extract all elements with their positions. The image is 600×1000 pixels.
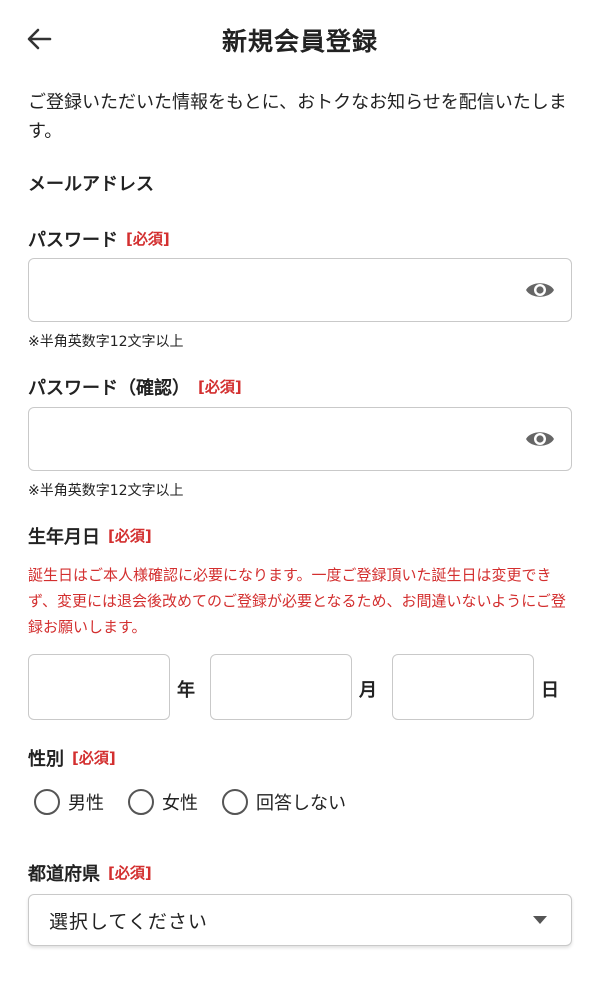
- gender-label: 性別 [必須]: [28, 745, 116, 771]
- radio-button[interactable]: [128, 789, 154, 815]
- required-badge: [必須]: [108, 527, 152, 545]
- required-badge: [必須]: [198, 378, 242, 396]
- radio-label: 女性: [162, 793, 198, 814]
- intro-text: ご登録いただいた情報をもとに、おトクなお知らせを配信いたします。: [28, 92, 567, 142]
- gender-radio-group: 男性 女性 回答しない: [34, 789, 370, 815]
- required-badge: [必須]: [126, 230, 170, 248]
- gender-option-female[interactable]: 女性: [128, 789, 198, 815]
- birthday-label-text: 生年月日: [28, 527, 100, 548]
- required-badge: [必須]: [72, 749, 116, 767]
- password-confirm-label: パスワード（確認） [必須]: [28, 374, 242, 400]
- header: 新規会員登録: [0, 0, 600, 80]
- birth-month-field: [210, 654, 352, 720]
- password-field: [28, 258, 572, 322]
- birthday-notice: 誕生日はご本人様確認に必要になります。一度ご登録頂いた誕生日は変更できず、変更に…: [28, 566, 566, 636]
- password-label: パスワード [必須]: [28, 226, 170, 252]
- gender-label-text: 性別: [28, 749, 64, 770]
- radio-button[interactable]: [34, 789, 60, 815]
- radio-button[interactable]: [222, 789, 248, 815]
- radio-label: 回答しない: [256, 793, 346, 814]
- password-confirm-toggle-button[interactable]: [525, 426, 555, 452]
- caret-down-icon: [533, 916, 547, 924]
- prefecture-label: 都道府県 [必須]: [28, 860, 152, 886]
- password-confirm-hint: ※半角英数字12文字以上: [28, 483, 184, 499]
- password-confirm-input[interactable]: [29, 408, 571, 470]
- page-title: 新規会員登録: [221, 27, 378, 56]
- day-unit-label: 日: [541, 680, 559, 701]
- eye-icon: [526, 283, 554, 297]
- email-label-text: メールアドレス: [28, 174, 154, 195]
- month-unit-label: 月: [359, 680, 377, 701]
- eye-icon: [526, 432, 554, 446]
- birth-day-field: [392, 654, 534, 720]
- password-confirm-field: [28, 407, 572, 471]
- password-confirm-label-text: パスワード（確認）: [28, 378, 190, 399]
- radio-label: 男性: [68, 793, 104, 814]
- password-input[interactable]: [29, 259, 571, 321]
- birth-year-input[interactable]: [29, 655, 169, 719]
- gender-option-no-answer[interactable]: 回答しない: [222, 789, 346, 815]
- year-unit-label: 年: [177, 680, 195, 701]
- email-label: メールアドレス: [28, 170, 154, 196]
- password-toggle-button[interactable]: [525, 277, 555, 303]
- birth-day-input[interactable]: [393, 655, 533, 719]
- registration-page: 新規会員登録 ご登録いただいた情報をもとに、おトクなお知らせを配信いたします。 …: [0, 0, 600, 1000]
- prefecture-selected-value: 選択してください: [49, 910, 208, 933]
- prefecture-select[interactable]: 選択してください: [28, 894, 572, 946]
- password-label-text: パスワード: [28, 230, 118, 251]
- prefecture-label-text: 都道府県: [28, 864, 100, 885]
- birth-year-field: [28, 654, 170, 720]
- birthday-label: 生年月日 [必須]: [28, 523, 152, 549]
- gender-option-male[interactable]: 男性: [34, 789, 104, 815]
- birth-month-input[interactable]: [211, 655, 351, 719]
- required-badge: [必須]: [108, 864, 152, 882]
- password-hint: ※半角英数字12文字以上: [28, 334, 184, 350]
